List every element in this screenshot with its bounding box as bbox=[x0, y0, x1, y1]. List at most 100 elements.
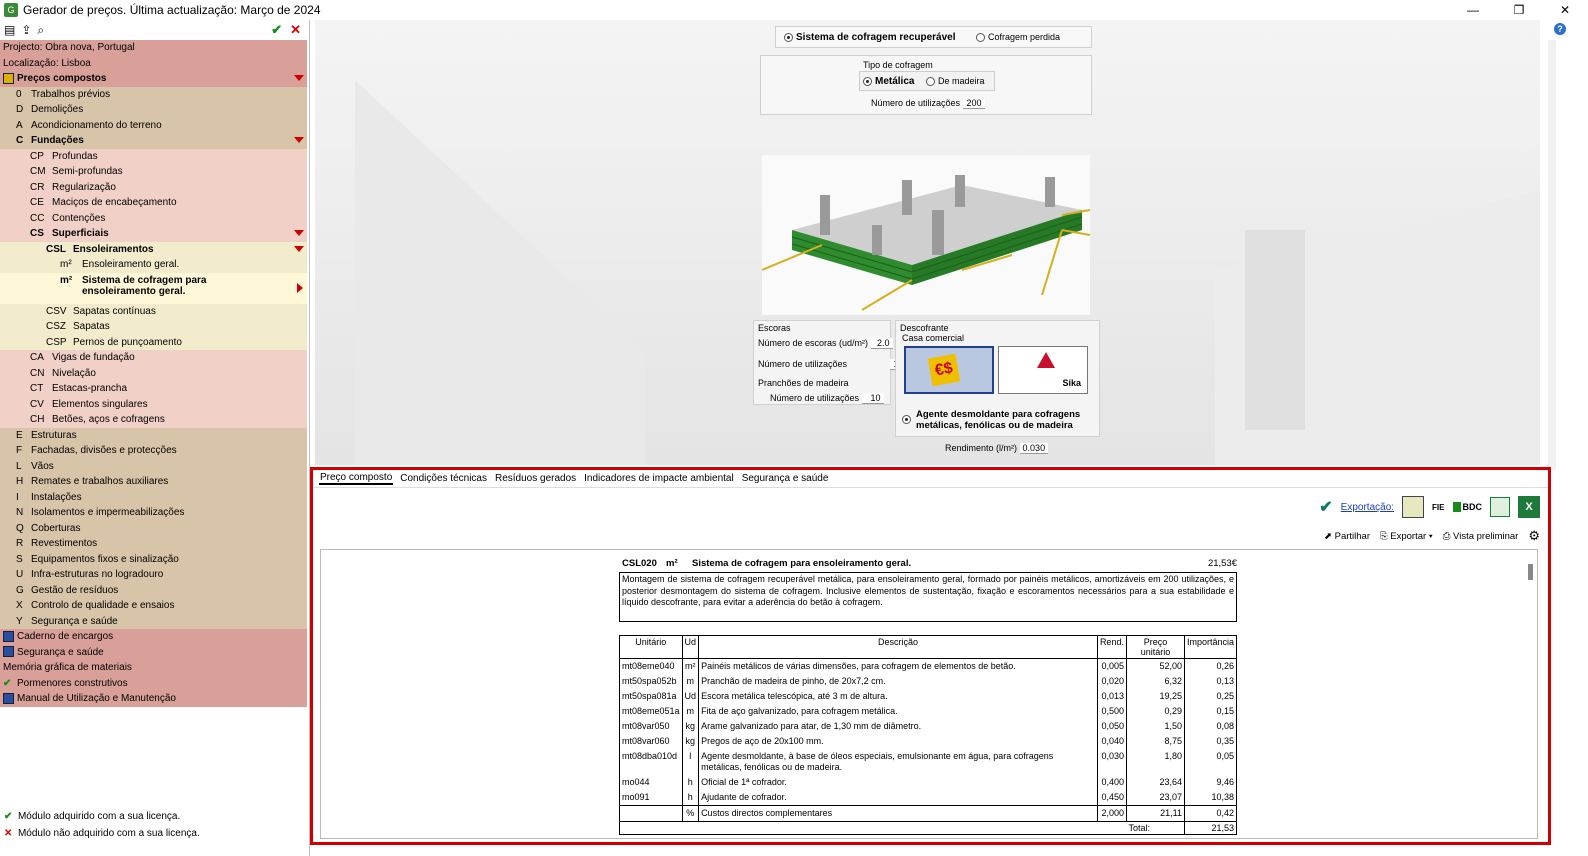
table-row: mt08eme051a m Fita de aço galvanizado, par… bbox=[619, 704, 1238, 719]
tree-row[interactable]: CS Superficiais bbox=[0, 226, 307, 242]
tree-row[interactable]: Y Segurança e saúde bbox=[0, 613, 307, 629]
tree-row[interactable]: U Infra-estruturas no logradouro bbox=[0, 567, 307, 583]
partilhar-button[interactable]: ⬈ Partilhar bbox=[1324, 531, 1370, 542]
tree-row-code: F bbox=[16, 445, 23, 456]
tree-row[interactable]: CH Betões, aços e cofragens bbox=[0, 412, 307, 428]
tree-row[interactable]: CSP Pernos de punçoamento bbox=[0, 334, 307, 350]
collapse-triangle-icon[interactable] bbox=[294, 245, 304, 252]
tree-row[interactable]: X Controlo de qualidade e ensaios bbox=[0, 598, 307, 614]
cancel-icon[interactable]: ✕ bbox=[290, 22, 301, 38]
agente-radio[interactable]: Agente desmoldante para cofragens metáli… bbox=[900, 409, 1096, 431]
table-cell: mt50spa081a bbox=[619, 689, 683, 704]
report-document: CSL020 m² Sistema de cofragem para ensol… bbox=[320, 549, 1538, 839]
tree-row[interactable]: m² Sistema de cofragem para ensoleirament… bbox=[0, 272, 307, 304]
minimize-button[interactable]: — bbox=[1450, 0, 1496, 20]
tree-row[interactable]: H Remates e trabalhos auxiliares bbox=[0, 474, 307, 490]
accept-icon[interactable]: ✔ bbox=[271, 22, 282, 38]
excel-grid-icon[interactable] bbox=[1490, 497, 1510, 517]
tab-2[interactable]: Resíduos gerados bbox=[494, 473, 577, 484]
close-button[interactable]: ✕ bbox=[1542, 0, 1588, 20]
tree-row[interactable]: Manual de Utilização e Manutenção bbox=[0, 691, 307, 707]
binoculars-icon[interactable]: ⌕ bbox=[37, 23, 44, 38]
tree-row[interactable]: CP Profundas bbox=[0, 148, 307, 164]
table-cell: 0,15 bbox=[1183, 704, 1238, 719]
maximize-button[interactable]: ❐ bbox=[1496, 0, 1542, 20]
vista-preliminar-button[interactable]: ⎙ Vista preliminar bbox=[1443, 531, 1519, 542]
table-row: mt08var050 kg Arame galvanizado para atar,… bbox=[619, 719, 1238, 734]
system-recuperavel-radio[interactable]: Sistema de cofragem recuperável bbox=[784, 32, 956, 43]
tree-row-code: CM bbox=[30, 166, 46, 177]
tree-row[interactable]: R Revestimentos bbox=[0, 536, 307, 552]
help-icon[interactable]: ? bbox=[1554, 23, 1566, 35]
table-cell: Ajudante de cofrador. bbox=[698, 790, 1098, 806]
tree-row-label: Estruturas bbox=[31, 429, 77, 441]
rendimento-row: Rendimento (l/m²) 0.030 bbox=[945, 443, 1049, 454]
num-escoras-input[interactable]: 2.0 bbox=[870, 338, 893, 349]
tree-row-code: CH bbox=[30, 414, 45, 425]
tree-row[interactable]: CSL Ensoleiramentos bbox=[0, 241, 307, 257]
tree-row[interactable]: Memória gráfica de materiais bbox=[0, 660, 307, 676]
sika-brand-button[interactable]: Sika bbox=[998, 346, 1088, 394]
tree-row-code: Y bbox=[16, 615, 23, 627]
tree-row[interactable]: CC Contenções bbox=[0, 210, 307, 226]
tree-row[interactable]: CSZ Sapatas bbox=[0, 319, 307, 335]
tree-row[interactable]: L Vãos bbox=[0, 458, 307, 474]
table-cell: Painéis metálicos de várias dimensões, p… bbox=[698, 658, 1098, 674]
fie-icon[interactable]: FIE bbox=[1432, 503, 1444, 512]
tree-row[interactable]: C Fundações bbox=[0, 133, 307, 149]
report-table-wrap: Unitário Ud Descrição Rend. Preço unitário Im… bbox=[619, 635, 1238, 835]
upload-icon[interactable]: ⇪ bbox=[21, 23, 31, 37]
tab-4[interactable]: Segurança e saúde bbox=[741, 473, 830, 484]
madeira-radio[interactable]: De madeira bbox=[926, 76, 985, 87]
tree-row[interactable]: CA Vigas de fundação bbox=[0, 350, 307, 366]
tree-row-label: Equipamentos fixos e sinalização bbox=[31, 553, 179, 565]
exportacao-link[interactable]: Exportação: bbox=[1341, 502, 1394, 513]
tree-row[interactable]: CM Semi-profundas bbox=[0, 164, 307, 180]
tree-row[interactable]: CSV Sapatas contínuas bbox=[0, 303, 307, 319]
table-cell: 21,11 bbox=[1125, 805, 1185, 822]
doc-scrollbar[interactable] bbox=[1528, 564, 1533, 580]
tree-row[interactable]: m² Ensoleiramento geral. bbox=[0, 257, 307, 273]
settings-icon[interactable]: ⚙ bbox=[1528, 528, 1540, 544]
table-cell: 2,000 bbox=[1096, 805, 1127, 822]
tab-1[interactable]: Condições técnicas bbox=[399, 473, 488, 484]
collapse-triangle-icon[interactable] bbox=[294, 75, 304, 81]
pr-util-input[interactable]: 10 bbox=[861, 393, 884, 404]
content-scrollbar[interactable] bbox=[1548, 40, 1556, 470]
tree-row[interactable]: ✔ Pormenores construtivos bbox=[0, 675, 307, 691]
tree-row[interactable]: N Isolamentos e impermeabilizações bbox=[0, 505, 307, 521]
rendimento-input[interactable]: 0.030 bbox=[1019, 443, 1049, 454]
tab-0[interactable]: Preço composto bbox=[319, 472, 394, 485]
tree-row[interactable]: Segurança e saúde bbox=[0, 644, 307, 660]
document-icon[interactable] bbox=[1402, 496, 1425, 518]
tree-row[interactable]: S Equipamentos fixos e sinalização bbox=[0, 551, 307, 567]
metalica-radio[interactable]: Metálica bbox=[863, 76, 914, 87]
tree-row[interactable]: CV Elementos singulares bbox=[0, 396, 307, 412]
collapse-triangle-icon[interactable] bbox=[294, 137, 304, 143]
collapse-triangle-icon[interactable] bbox=[294, 230, 304, 236]
tree-row[interactable]: E Estruturas bbox=[0, 427, 307, 443]
tree-row[interactable]: A Acondicionamento do terreno bbox=[0, 117, 307, 133]
excel-icon[interactable]: X bbox=[1518, 496, 1540, 518]
tab-3[interactable]: Indicadores de impacte ambiental bbox=[583, 473, 735, 484]
num-util-input[interactable]: 200 bbox=[962, 98, 985, 109]
tree-row[interactable]: G Gestão de resíduos bbox=[0, 582, 307, 598]
tree-row[interactable]: Q Coberturas bbox=[0, 520, 307, 536]
tree-row[interactable]: D Demolições bbox=[0, 102, 307, 118]
exportar-button[interactable]: ⎘ Exportar ▾ bbox=[1380, 531, 1433, 542]
generic-brand-button[interactable]: €$ bbox=[904, 346, 994, 394]
tree-row[interactable]: Caderno de encargos bbox=[0, 629, 307, 645]
tree-row[interactable]: Preços compostos bbox=[0, 71, 307, 87]
tipo-panel: Tipo de cofragem Metálica De madeira Núm… bbox=[760, 55, 1092, 115]
tree-row-label: Sistema de cofragem para ensoleiramento … bbox=[82, 274, 207, 297]
tree-row[interactable]: 0 Trabalhos prévios bbox=[0, 86, 307, 102]
tree-row[interactable]: I Instalações bbox=[0, 489, 307, 505]
system-perdida-radio[interactable]: Cofragem perdida bbox=[976, 32, 1060, 43]
bdc-icon[interactable]: BDC bbox=[1452, 502, 1482, 512]
tree-row[interactable]: CN Nivelação bbox=[0, 365, 307, 381]
tree-row[interactable]: CE Maciços de encabeçamento bbox=[0, 195, 307, 211]
card-icon[interactable]: ▤ bbox=[4, 23, 15, 37]
tree-row[interactable]: F Fachadas, divisões e protecções bbox=[0, 443, 307, 459]
tree-row[interactable]: CR Regularização bbox=[0, 179, 307, 195]
tree-row[interactable]: CT Estacas-prancha bbox=[0, 381, 307, 397]
